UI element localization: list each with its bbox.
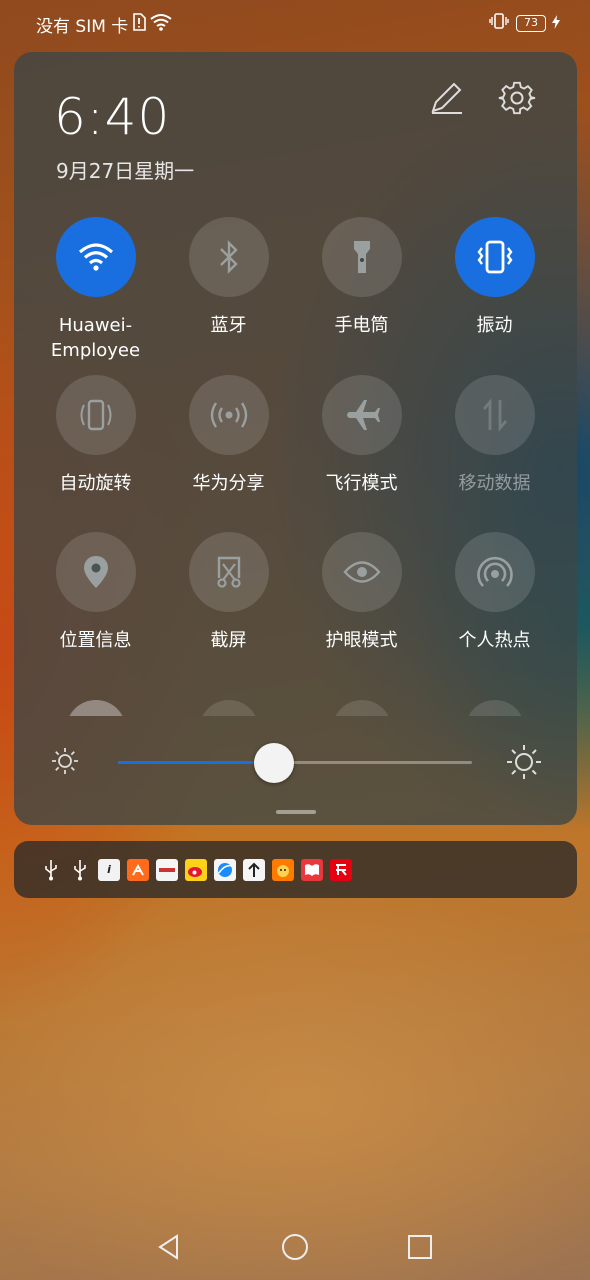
tile-wifi[interactable]: Huawei- Employee — [29, 217, 162, 363]
partial-tile — [465, 700, 525, 716]
screenshot-icon — [188, 532, 269, 612]
tile-label: 位置信息 — [59, 630, 132, 651]
tile-airplane-mode[interactable]: 飞行模式 — [295, 375, 428, 496]
expand-handle[interactable] — [276, 810, 316, 814]
tile-label: Huawei- Employee — [50, 315, 141, 361]
flashlight-icon — [321, 217, 402, 297]
next-row-peek — [14, 700, 577, 716]
tile-vibrate[interactable]: 振动 — [428, 217, 561, 338]
partial-tile — [199, 700, 259, 716]
clock[interactable]: 6:40 — [54, 88, 170, 146]
tile-eye-comfort[interactable]: 护眼模式 — [295, 532, 428, 653]
vibrate-icon — [454, 217, 535, 297]
tile-bluetooth[interactable]: 蓝牙 — [162, 217, 295, 338]
gear-icon — [498, 81, 536, 115]
partial-tile — [332, 700, 392, 716]
charging-icon — [552, 14, 560, 33]
tile-screenshot[interactable]: 截屏 — [162, 532, 295, 653]
hotspot-icon — [454, 532, 535, 612]
partial-tile — [66, 700, 126, 716]
tile-label: 自动旋转 — [59, 473, 132, 494]
wifi-icon — [55, 217, 136, 297]
app-icon-orange — [127, 858, 149, 881]
back-icon — [158, 1234, 178, 1260]
reader-icon — [301, 858, 323, 881]
huawei-app-icon — [156, 858, 178, 881]
tile-flashlight[interactable]: 手电筒 — [295, 217, 428, 338]
navigation-bar — [0, 1212, 590, 1280]
tile-location[interactable]: 位置信息 — [29, 532, 162, 653]
vibrate-status-icon — [488, 12, 510, 34]
date[interactable]: 9月27日星期一 — [56, 155, 194, 184]
app-icon-red — [330, 858, 352, 881]
tile-label: 飞行模式 — [325, 473, 398, 494]
recents-button[interactable] — [405, 1232, 435, 1262]
bluetooth-icon — [188, 217, 269, 297]
status-bar: 没有 SIM 卡 73 — [0, 0, 590, 46]
brightness-control — [14, 738, 577, 786]
tile-huawei-share[interactable]: 华为分享 — [162, 375, 295, 496]
no-sim-icon — [132, 13, 147, 36]
battery-indicator: 73 — [516, 14, 546, 32]
location-icon — [55, 532, 136, 612]
tile-label: 华为分享 — [192, 473, 265, 494]
tile-label: 移动数据 — [458, 473, 531, 494]
tile-label: 蓝牙 — [210, 315, 247, 336]
browser-icon — [214, 858, 236, 881]
settings-button[interactable] — [497, 78, 537, 118]
carrier-text: 没有 SIM 卡 — [36, 17, 129, 37]
edit-button[interactable] — [426, 78, 466, 118]
tile-auto-rotate[interactable]: 自动旋转 — [29, 375, 162, 496]
tile-mobile-data[interactable]: 移动数据 — [428, 375, 561, 496]
tile-label: 振动 — [476, 315, 513, 336]
eye-icon — [321, 532, 402, 612]
weibo-icon — [185, 858, 207, 881]
quick-settings-panel: 6:40 9月27日星期一 Huawei- Employee 蓝牙 手电筒 振动… — [14, 52, 577, 825]
brightness-low-icon — [50, 746, 80, 780]
back-button[interactable] — [154, 1232, 184, 1262]
wifi-status-icon — [150, 13, 172, 36]
brightness-high-icon — [506, 744, 542, 784]
tile-hotspot[interactable]: 个人热点 — [428, 532, 561, 653]
brightness-slider-thumb[interactable] — [253, 743, 294, 783]
tile-label: 护眼模式 — [325, 630, 398, 651]
rotate-icon — [55, 375, 136, 455]
notification-icon-bar[interactable]: i — [14, 841, 577, 898]
usb-icon — [69, 859, 91, 881]
home-button[interactable] — [280, 1232, 310, 1262]
mobile-data-icon — [454, 375, 535, 455]
pencil-icon — [431, 82, 462, 114]
info-app-icon: i — [98, 858, 120, 881]
brightness-slider-fill — [118, 761, 274, 764]
home-icon — [282, 1234, 308, 1260]
status-right: 73 — [488, 12, 560, 34]
share-icon — [188, 375, 269, 455]
tile-label: 手电筒 — [334, 315, 389, 336]
status-left: 没有 SIM 卡 — [36, 12, 172, 37]
usb-icon — [40, 859, 62, 881]
app-icon-tiger — [272, 858, 294, 881]
tile-label: 个人热点 — [458, 630, 531, 651]
airplane-icon — [321, 375, 402, 455]
upload-icon — [243, 858, 265, 881]
tile-label: 截屏 — [210, 630, 247, 651]
recents-icon — [408, 1235, 432, 1259]
brightness-slider[interactable] — [118, 743, 472, 783]
